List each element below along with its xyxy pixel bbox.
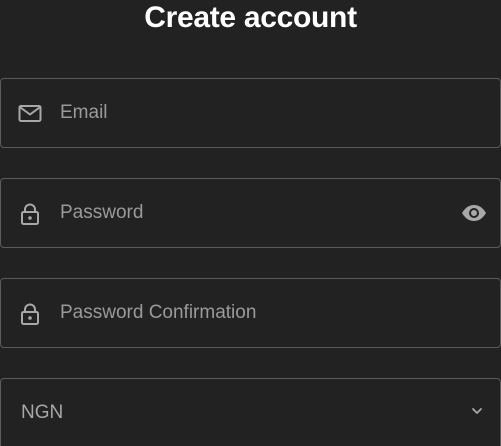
password-field[interactable] [0, 178, 501, 248]
password-input[interactable] [60, 179, 440, 247]
password-confirmation-field[interactable] [0, 278, 501, 348]
currency-selected-value: NGN [21, 402, 64, 423]
password-confirmation-input[interactable] [60, 279, 440, 347]
currency-select[interactable]: NGN [0, 378, 501, 446]
eye-icon[interactable] [460, 201, 488, 225]
email-field[interactable] [0, 78, 501, 148]
create-account-page: Create account Email NGN [0, 0, 501, 446]
mail-icon [18, 102, 42, 126]
page-title: Create account [144, 1, 357, 34]
lock-icon [18, 202, 42, 226]
chevron-down-icon [470, 404, 484, 418]
email-input[interactable] [60, 79, 440, 147]
lock-icon [18, 302, 42, 326]
